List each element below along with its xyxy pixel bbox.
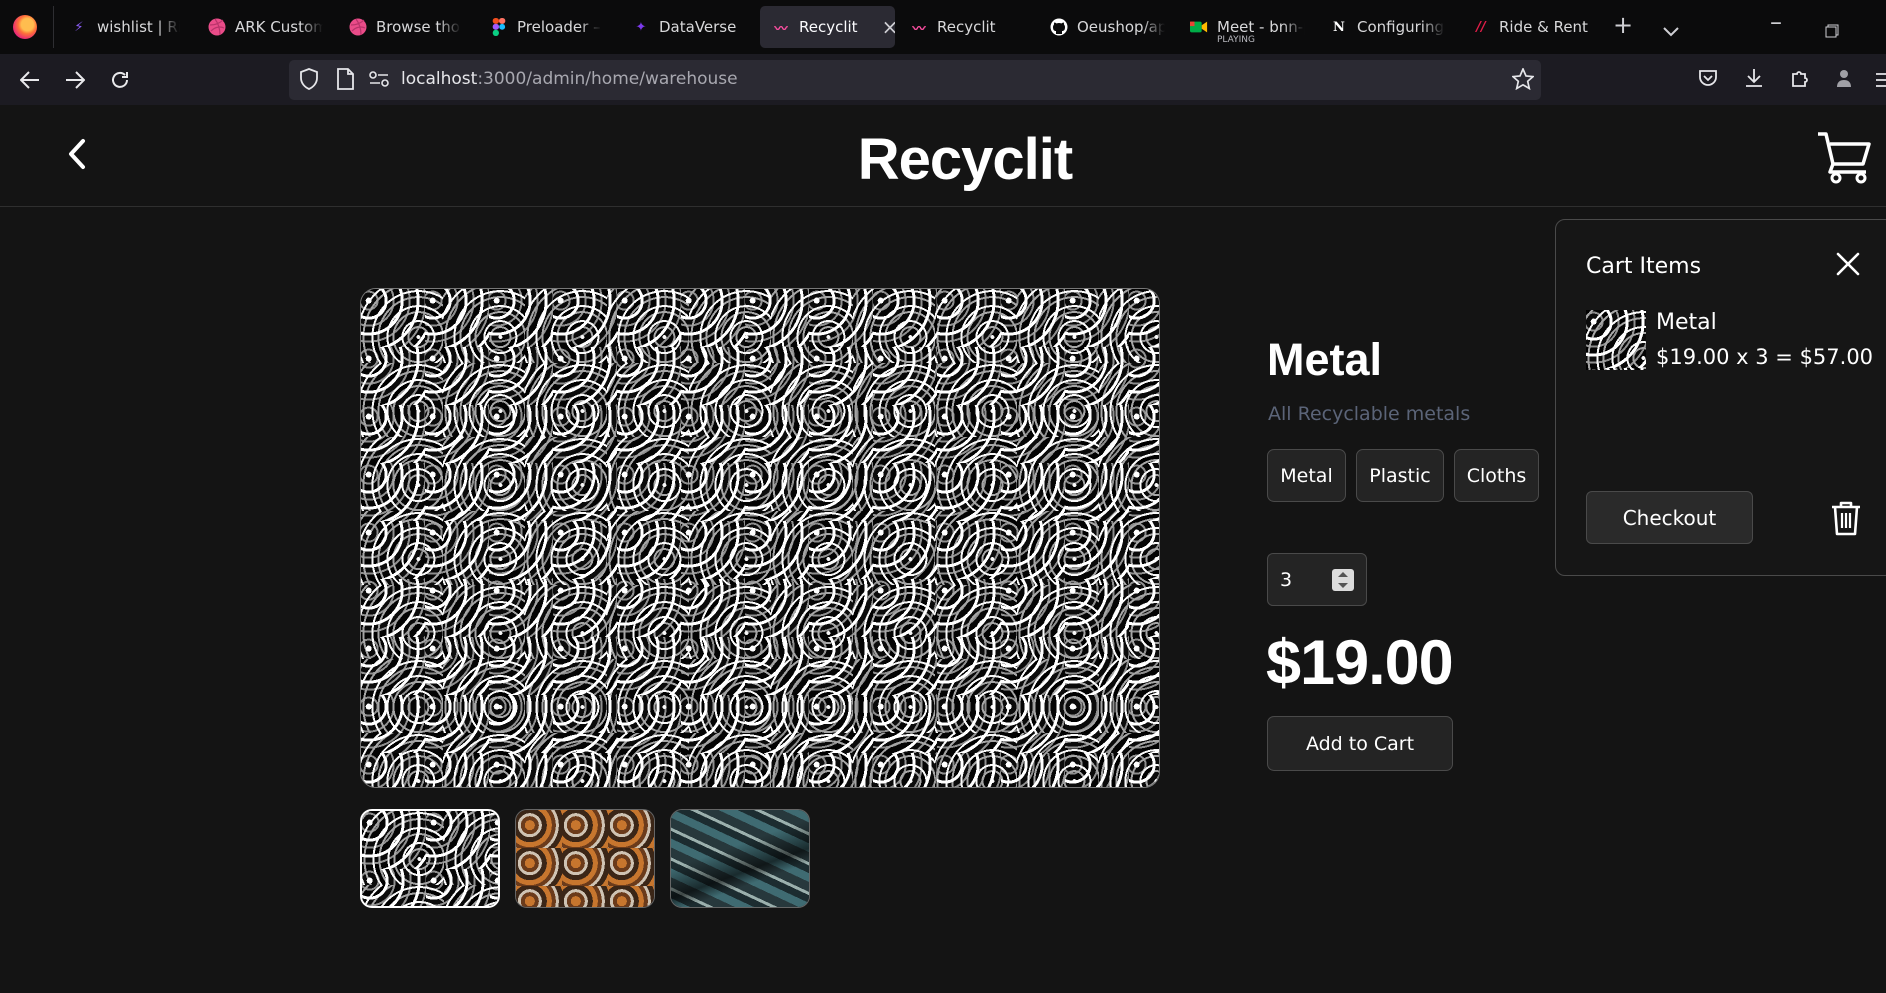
tab-label: Recyclit (937, 18, 996, 36)
category-button-cloths[interactable]: Cloths (1454, 449, 1539, 502)
bookmark-star-icon[interactable] (1510, 66, 1536, 94)
tab-label: Preloader – F (517, 18, 602, 36)
forward-arrow-icon[interactable] (60, 65, 90, 95)
browser-tab[interactable]: N Configuring (1330, 6, 1445, 48)
meet-icon (1190, 18, 1208, 36)
tab-list-chevron-icon[interactable] (1663, 15, 1679, 43)
browser-tab[interactable]: 〰 Recyclit (910, 6, 1025, 48)
metal-scrap-thumb (362, 811, 498, 906)
checkout-button[interactable]: Checkout (1586, 491, 1753, 544)
browser-tab[interactable]: ⚡ wishlist | Ride (70, 6, 180, 48)
tab-label: Recyclit (799, 18, 858, 36)
minimize-window-icon[interactable]: – (1770, 8, 1782, 36)
increment-arrow-icon[interactable] (1338, 572, 1348, 577)
browser-tab-active[interactable]: 〰 Recyclit × (760, 6, 895, 48)
close-icon[interactable] (1836, 252, 1860, 280)
browser-tab[interactable]: Browse thous (349, 6, 461, 48)
trash-icon[interactable] (1830, 500, 1862, 540)
app-brand-title: Recyclit (857, 127, 1073, 192)
permissions-icon[interactable] (369, 71, 389, 91)
shield-icon[interactable] (299, 68, 319, 94)
account-icon[interactable] (1836, 68, 1852, 92)
product-thumbnail-3[interactable] (670, 809, 810, 908)
browser-tab[interactable]: Preloader – F (490, 6, 602, 48)
extensions-icon[interactable] (1790, 68, 1810, 92)
tab-label: Configuring (1357, 18, 1444, 36)
github-icon (1050, 18, 1068, 36)
figma-icon (490, 18, 508, 36)
product-title: Metal (1267, 334, 1383, 385)
url-host: localhost (401, 69, 478, 89)
machine-parts-thumb (671, 810, 809, 907)
shopping-cart-icon[interactable] (1816, 128, 1872, 188)
product-subtitle: All Recyclable metals (1268, 403, 1471, 425)
metal-scrap-thumb (1586, 310, 1646, 370)
new-tab-icon[interactable]: + (1613, 11, 1633, 39)
page-icon[interactable] (337, 68, 354, 94)
cart-title: Cart Items (1586, 254, 1702, 279)
dataverse-icon: ✦ (635, 19, 647, 35)
reload-icon[interactable] (105, 65, 135, 95)
notion-icon: N (1333, 19, 1345, 35)
tab-label: DataVerse (659, 18, 737, 36)
browser-tab[interactable]: ✦ DataVerse (632, 6, 750, 48)
browser-tab[interactable]: ARK Custome (208, 6, 323, 48)
cart-item-name: Metal (1656, 310, 1717, 335)
tab-label: Oeushop/ap (1077, 18, 1165, 36)
category-button-metal[interactable]: Metal (1267, 449, 1346, 502)
tab-playing-label: PLAYING (1217, 35, 1255, 45)
browser-tab[interactable]: Meet - bnn-p PLAYING (1190, 6, 1305, 48)
rusty-parts-thumb (516, 810, 654, 907)
cart-item-thumbnail (1586, 310, 1646, 370)
tab-label: wishlist | Ride (97, 18, 180, 36)
tab-close-icon[interactable]: × (882, 15, 895, 39)
tab-label: Ride & Rent (1499, 18, 1588, 36)
tab-label: Meet - bnn-p (1217, 18, 1305, 36)
add-to-cart-button[interactable]: Add to Cart (1267, 716, 1453, 771)
cart-item-calculation: $19.00 x 3 = $57.00 (1656, 345, 1874, 369)
menu-icon[interactable] (1876, 72, 1886, 92)
dribbble-icon (349, 18, 367, 36)
bolt-icon: ⚡ (74, 19, 84, 35)
downloads-icon[interactable] (1744, 68, 1764, 92)
pocket-icon[interactable] (1698, 68, 1718, 92)
tab-label: Browse thous (376, 18, 461, 36)
product-thumbnail-1[interactable] (360, 809, 500, 908)
browser-tab[interactable]: Oeushop/ap (1050, 6, 1165, 48)
quantity-value[interactable]: 3 (1280, 569, 1292, 591)
back-arrow-icon[interactable] (15, 65, 45, 95)
category-button-plastic[interactable]: Plastic (1356, 449, 1444, 502)
product-price: $19.00 (1266, 628, 1454, 698)
recyclit-icon: 〰 (912, 21, 926, 37)
metal-scrap-photo (361, 289, 1159, 787)
dribbble-icon (208, 18, 226, 36)
restore-window-icon[interactable] (1825, 16, 1839, 44)
tab-label: ARK Custome (235, 18, 323, 36)
tab-separator (53, 6, 54, 48)
product-thumbnail-2[interactable] (515, 809, 655, 908)
slashes-icon: // (1476, 19, 1486, 35)
browser-tab-strip: ⚡ wishlist | Ride ARK Custome Browse tho… (0, 0, 1886, 54)
browser-tab[interactable]: // Ride & Rent (1472, 6, 1592, 48)
product-main-image (360, 288, 1160, 788)
url-path: :3000/admin/home/warehouse (477, 69, 738, 89)
recyclit-icon: 〰 (774, 21, 788, 37)
url-text[interactable]: localhost:3000/admin/home/warehouse (401, 69, 738, 89)
decrement-arrow-icon[interactable] (1338, 583, 1348, 588)
quantity-spinner-icon[interactable] (1332, 569, 1354, 591)
firefox-logo-icon[interactable] (13, 15, 37, 39)
